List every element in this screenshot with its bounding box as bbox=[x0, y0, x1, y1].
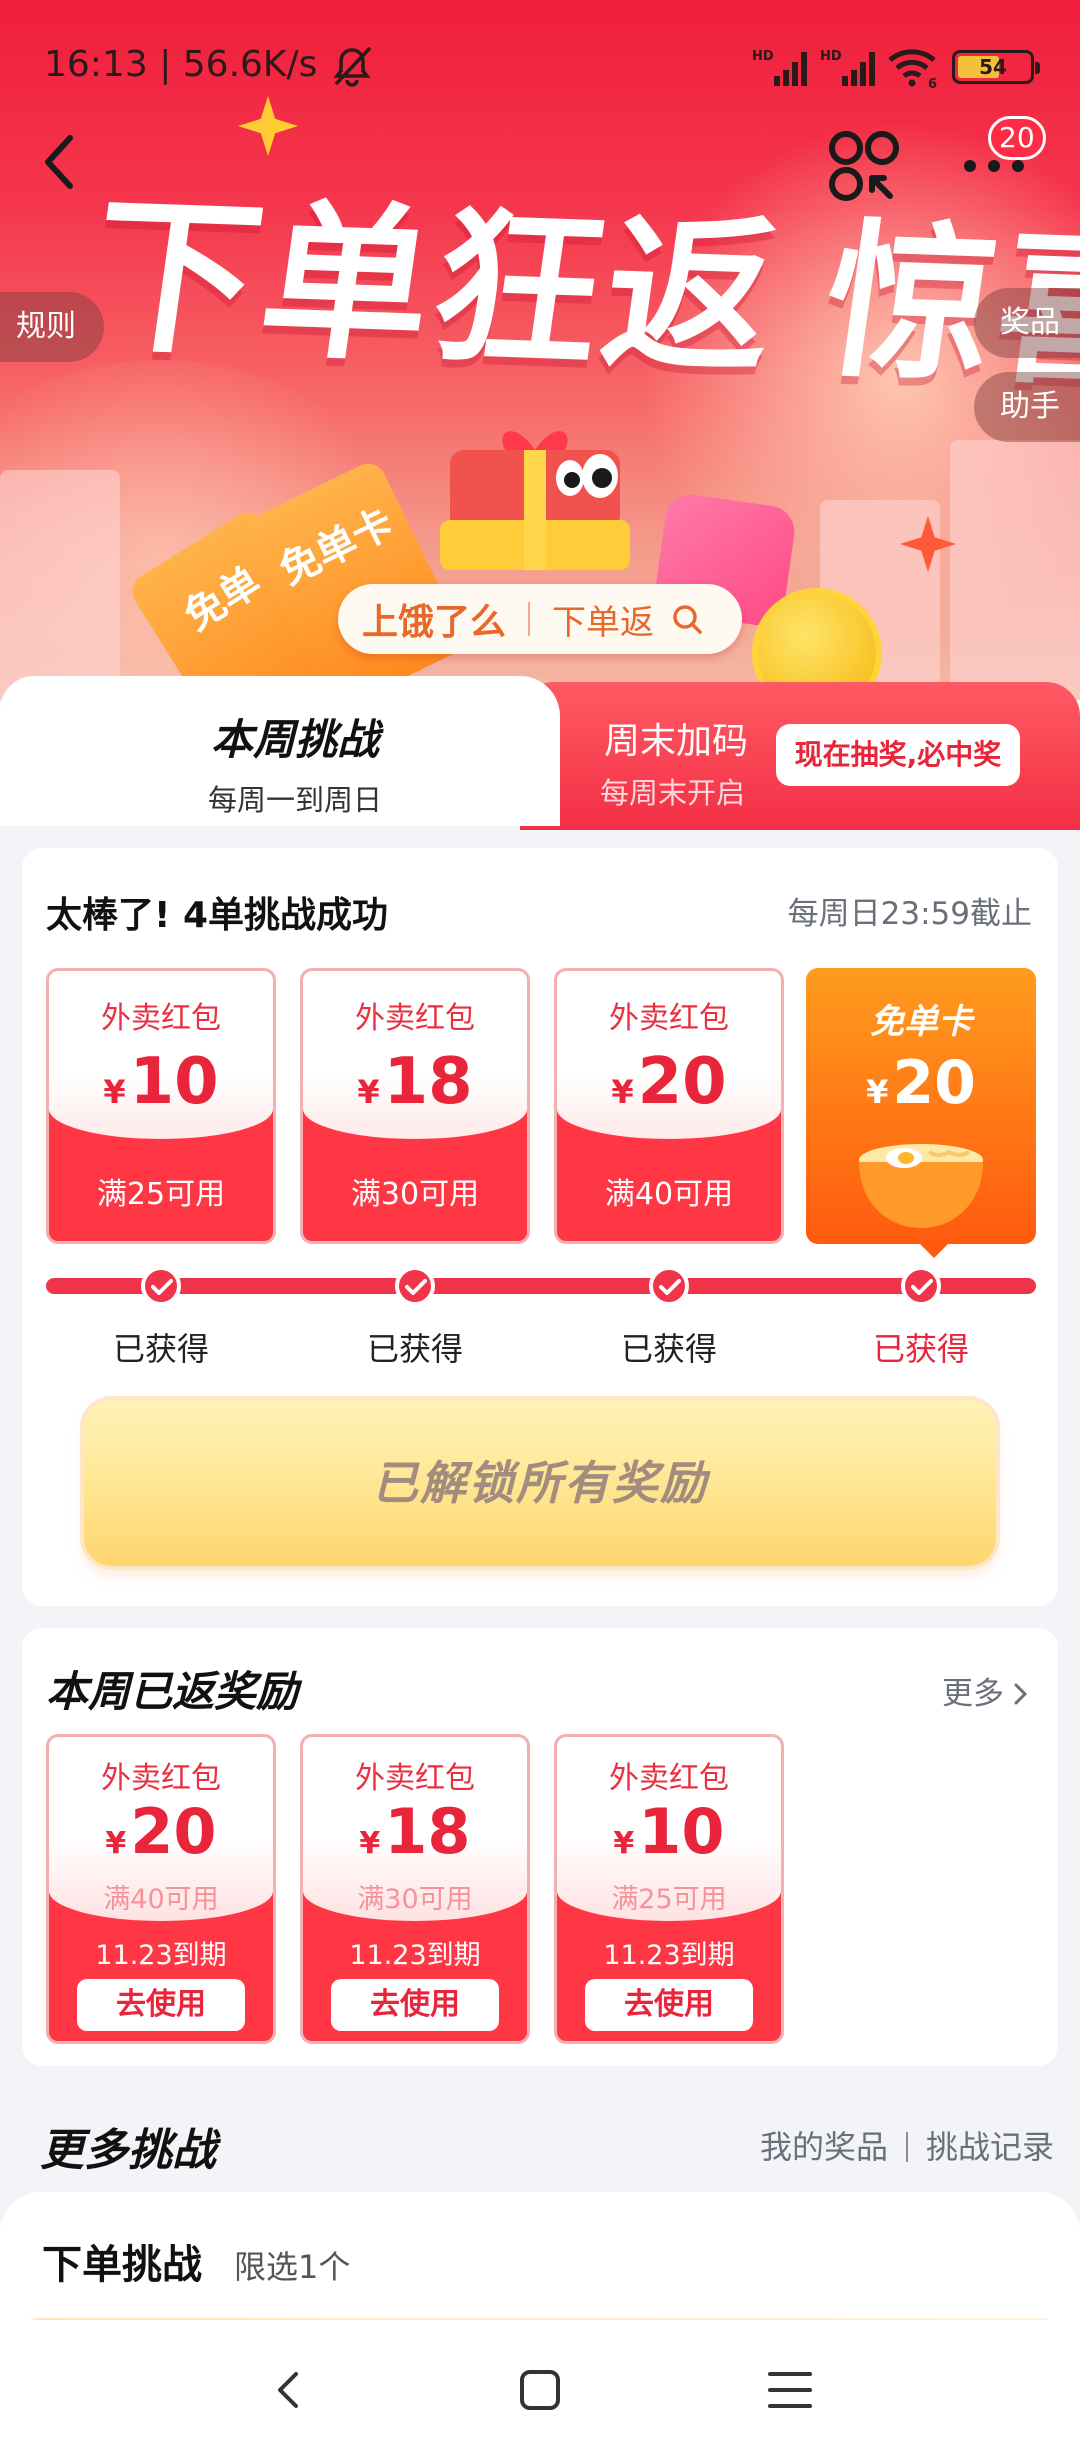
more-challenges-links: 我的奖品 挑战记录 bbox=[760, 2122, 1054, 2168]
reward-status: 已获得 bbox=[366, 1330, 463, 1368]
tab-weekend-bonus[interactable]: 周末加码 每周末开启 现在抽奖,必中奖 bbox=[520, 682, 1080, 830]
free-card-label: 免单卡 bbox=[870, 1002, 972, 1042]
notification-badge: 20 bbox=[988, 116, 1046, 160]
search-icon bbox=[673, 605, 702, 634]
svg-text:HD: HD bbox=[820, 49, 842, 64]
coupon-amount: ¥18 bbox=[357, 1045, 473, 1119]
tab-weekend-title: 周末加码 bbox=[604, 721, 749, 762]
coupon-name: 外卖红包 bbox=[355, 1001, 475, 1036]
check-icon bbox=[901, 1266, 941, 1306]
chevron-right-icon bbox=[1014, 1683, 1028, 1705]
free-order-card: 免单卡 ¥20 bbox=[806, 968, 1036, 1244]
challenge-deadline: 每周日23:59截止 bbox=[787, 896, 1032, 932]
gift-box-illustration bbox=[440, 431, 630, 570]
reward-coupon: 外卖红包 ¥10 满25可用 bbox=[46, 968, 276, 1244]
lottery-button[interactable]: 现在抽奖,必中奖 bbox=[776, 724, 1020, 786]
search-action: 下单返 bbox=[552, 602, 655, 643]
divider bbox=[528, 602, 531, 636]
check-icon bbox=[649, 1266, 689, 1306]
search-pill[interactable]: 上饿了么 下单返 bbox=[338, 584, 742, 654]
reward-status: 已获得 bbox=[872, 1330, 969, 1368]
nav-back-icon[interactable] bbox=[258, 2360, 318, 2420]
more-challenges-heading: 更多挑战 bbox=[40, 2125, 216, 2176]
coupon-amount: ¥10 bbox=[613, 1795, 725, 1868]
divider bbox=[905, 2132, 908, 2162]
reward-coupon: 外卖红包 ¥20 满40可用 bbox=[554, 968, 784, 1244]
coupon-name: 外卖红包 bbox=[101, 1001, 221, 1036]
signal-icon: HD bbox=[752, 49, 807, 86]
order-challenge-subtitle: 限选1个 bbox=[234, 2248, 351, 2286]
svg-text:6: 6 bbox=[928, 77, 937, 88]
hero-title-left: 下单狂返 bbox=[78, 177, 791, 398]
coupon-condition: 满40可用 bbox=[103, 1884, 219, 1915]
coupon-amount: ¥10 bbox=[103, 1045, 219, 1119]
tab-weekend-subtitle: 每周末开启 bbox=[600, 776, 746, 810]
noodle-bowl-icon bbox=[859, 1144, 983, 1228]
current-progress-pointer bbox=[918, 1242, 950, 1258]
background-building bbox=[0, 470, 120, 700]
use-coupon-button[interactable]: 去使用 bbox=[77, 1979, 245, 2031]
hero-banner: 16:13 | 56.6K/s HD HD 6 54 20 下单狂返 惊喜不断 … bbox=[0, 0, 1080, 700]
check-icon bbox=[141, 1266, 181, 1306]
status-bar: 16:13 | 56.6K/s HD HD 6 54 bbox=[0, 0, 1080, 140]
coupon-condition: 满30可用 bbox=[357, 1884, 473, 1915]
reward-status: 已获得 bbox=[112, 1330, 209, 1368]
use-coupon-button[interactable]: 去使用 bbox=[331, 1979, 499, 2031]
nav-menu-icon[interactable] bbox=[760, 2360, 820, 2420]
use-coupon-button[interactable]: 去使用 bbox=[585, 1979, 753, 2031]
my-prizes-link[interactable]: 我的奖品 bbox=[760, 2128, 888, 2166]
battery-level: 54 bbox=[979, 55, 1007, 79]
battery-icon: 54 bbox=[952, 50, 1040, 84]
helper-tab[interactable]: 助手 bbox=[974, 372, 1080, 442]
progress-track bbox=[46, 1278, 1036, 1294]
coupon-condition: 满30可用 bbox=[350, 1177, 480, 1212]
rules-tab[interactable]: 规则 bbox=[0, 292, 104, 362]
coupon-amount: ¥20 bbox=[611, 1045, 727, 1119]
nav-home-icon[interactable] bbox=[510, 2360, 570, 2420]
hero-title: 下单狂返 惊喜不断 bbox=[77, 139, 1080, 423]
coupon-expiry: 11.23到期 bbox=[95, 1940, 227, 1971]
svg-text:HD: HD bbox=[752, 49, 774, 64]
challenge-tabs: 本周挑战 每周一到周日 周末加码 每周末开启 现在抽奖,必中奖 bbox=[0, 676, 1080, 830]
free-card-amount: ¥20 bbox=[866, 1048, 976, 1118]
search-keyword: 上饿了么 bbox=[362, 602, 507, 643]
weekly-challenge-card: 太棒了! 4单挑战成功 每周日23:59截止 外卖红包 ¥10 满25可用 外卖… bbox=[22, 848, 1058, 1606]
check-icon bbox=[395, 1266, 435, 1306]
coupon-amount: ¥18 bbox=[359, 1795, 471, 1868]
returned-heading: 本周已返奖励 bbox=[46, 1667, 299, 1716]
coupon-condition: 满25可用 bbox=[96, 1177, 226, 1212]
coupon-name: 外卖红包 bbox=[609, 1761, 729, 1796]
order-challenge-title: 下单挑战 bbox=[42, 2242, 202, 2288]
coupon-name: 外卖红包 bbox=[101, 1761, 221, 1796]
challenge-heading: 太棒了! 4单挑战成功 bbox=[46, 895, 389, 936]
coupon-condition: 满40可用 bbox=[604, 1177, 734, 1212]
coupon-condition: 满25可用 bbox=[611, 1884, 727, 1915]
reward-coupon: 外卖红包 ¥18 满30可用 bbox=[300, 968, 530, 1244]
tab-weekly-challenge[interactable]: 本周挑战 每周一到周日 bbox=[0, 676, 560, 826]
coupon-expiry: 11.23到期 bbox=[349, 1940, 481, 1971]
prizes-tab[interactable]: 奖品 bbox=[974, 288, 1080, 358]
unlock-all-rewards-button[interactable]: 已解锁所有奖励 bbox=[84, 1400, 996, 1566]
tab-weekly-subtitle: 每周一到周日 bbox=[207, 783, 382, 817]
coupon-expiry: 11.23到期 bbox=[603, 1940, 735, 1971]
more-link[interactable]: 更多 bbox=[942, 1668, 1030, 1713]
tab-weekly-title: 本周挑战 bbox=[210, 715, 379, 764]
system-nav-bar bbox=[0, 2320, 1080, 2460]
background-building bbox=[950, 440, 1080, 700]
coupon-amount: ¥20 bbox=[105, 1795, 217, 1868]
returned-coupon: 外卖红包 ¥18 满30可用 11.23到期 去使用 bbox=[300, 1734, 530, 2044]
wifi-icon: 6 bbox=[888, 49, 937, 88]
back-arrow-icon[interactable] bbox=[32, 128, 92, 196]
reward-status: 已获得 bbox=[620, 1330, 717, 1368]
mute-icon bbox=[333, 46, 372, 87]
returned-coupon: 外卖红包 ¥20 满40可用 11.23到期 去使用 bbox=[46, 1734, 276, 2044]
coupon-name: 外卖红包 bbox=[609, 1001, 729, 1036]
returned-coupon: 外卖红包 ¥10 满25可用 11.23到期 去使用 bbox=[554, 1734, 784, 2044]
challenge-records-link[interactable]: 挑战记录 bbox=[926, 2128, 1054, 2166]
coupon-name: 外卖红包 bbox=[355, 1761, 475, 1796]
returned-rewards-card: 本周已返奖励 更多 外卖红包 ¥20 满40可用 11.23到期 去使用 外卖红… bbox=[22, 1628, 1058, 2066]
status-time: 16:13 | 56.6K/s bbox=[44, 44, 318, 85]
signal-icon: HD bbox=[820, 49, 875, 86]
